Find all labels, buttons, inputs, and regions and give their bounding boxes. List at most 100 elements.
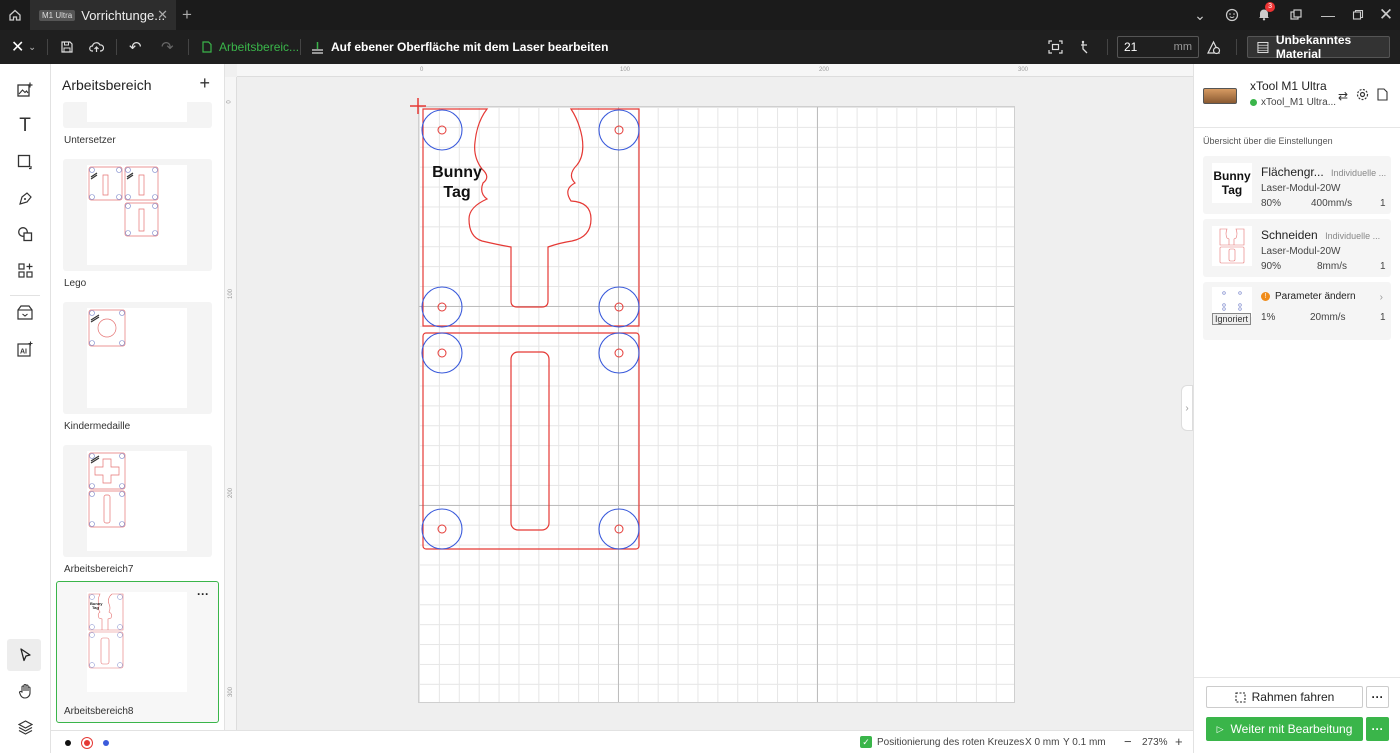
ruler-tick-label: 100 bbox=[228, 288, 235, 300]
material-label: Unbekanntes Material bbox=[1275, 33, 1352, 61]
ruler-vertical: 0 100 200 300 bbox=[225, 77, 237, 730]
undo-icon[interactable]: ↶ bbox=[129, 30, 142, 64]
workspace-panel-title: Arbeitsbereich bbox=[62, 77, 152, 93]
elements-icon[interactable] bbox=[13, 222, 37, 246]
support-icon[interactable] bbox=[1216, 0, 1248, 30]
setting-item-engrave[interactable]: Bunny Tag Flächengr... Individuelle ... … bbox=[1203, 156, 1391, 214]
workspace-card-arbeitsbereich8[interactable]: Bunny Tag ··· Arbeitsbereich8 bbox=[56, 581, 219, 723]
workspace-card-label: Arbeitsbereich8 bbox=[64, 706, 134, 717]
document-tab[interactable]: M1 Ultra Vorrichtunge... ✕ bbox=[30, 0, 176, 30]
bunny-tag-text[interactable]: Bunny Tag bbox=[424, 163, 490, 203]
setting-item-ignored[interactable]: Ignoriert ! Parameter ändern › 1% 20mm/s… bbox=[1203, 282, 1391, 340]
bunny-text-line2: Tag bbox=[443, 184, 471, 201]
design-objects[interactable] bbox=[237, 77, 1193, 730]
workspace-panel: Arbeitsbereich + Untersetzer Lego Kinder… bbox=[51, 64, 225, 730]
workspace-more-button[interactable]: ··· bbox=[197, 587, 209, 601]
setting-title: Flächengr... Individuelle ... bbox=[1261, 165, 1386, 179]
ruler-tick-label: 300 bbox=[1018, 67, 1029, 73]
ai-image-icon[interactable]: AI bbox=[13, 337, 37, 361]
save-icon[interactable] bbox=[60, 30, 74, 64]
windows-icon[interactable] bbox=[1280, 0, 1312, 30]
setting-title: ! Parameter ändern bbox=[1261, 291, 1356, 302]
material-thickness-input[interactable]: 21 mm bbox=[1117, 36, 1199, 58]
device-info-icon[interactable] bbox=[1377, 88, 1388, 104]
xtool-logo-icon[interactable]: ✕ ⌄ bbox=[11, 30, 36, 64]
text-tool-icon[interactable]: T bbox=[13, 114, 37, 138]
workspace-card-kindermedaille[interactable] bbox=[63, 302, 212, 414]
layer-color-blue[interactable] bbox=[103, 740, 109, 746]
close-tab-icon[interactable]: ✕ bbox=[157, 7, 168, 23]
layers-icon[interactable] bbox=[13, 715, 37, 739]
zoom-out-button[interactable]: − bbox=[1124, 734, 1132, 749]
ruler-tick-label: 200 bbox=[819, 67, 830, 73]
chevron-right-icon[interactable]: › bbox=[1380, 292, 1383, 303]
device-connection[interactable]: xTool_M1 Ultra... bbox=[1250, 97, 1336, 108]
workspace-selector[interactable]: Arbeitsbereic... bbox=[202, 30, 299, 64]
measure-distance-icon[interactable] bbox=[1078, 30, 1092, 64]
design-canvas[interactable]: Bunny Tag bbox=[237, 77, 1193, 730]
workspace-card-label: Arbeitsbereich7 bbox=[64, 564, 134, 575]
workspace-thumbnail bbox=[87, 308, 187, 408]
setting-passes: 1 bbox=[1380, 261, 1386, 272]
setting-title: Schneiden Individuelle ... bbox=[1261, 228, 1380, 242]
setting-mode: Individuelle ... bbox=[1325, 231, 1381, 241]
shape-tool-icon[interactable] bbox=[13, 150, 37, 174]
pen-tool-icon[interactable] bbox=[13, 186, 37, 210]
material-library-icon[interactable] bbox=[13, 300, 37, 324]
hand-tool-icon[interactable] bbox=[13, 679, 37, 703]
bunny-tag-outline bbox=[422, 108, 640, 327]
frame-button-label: Rahmen fahren bbox=[1251, 690, 1335, 704]
zoom-level[interactable]: 273% bbox=[1142, 737, 1168, 748]
frame-button[interactable]: Rahmen fahren bbox=[1206, 686, 1363, 708]
home-icon[interactable] bbox=[0, 0, 30, 30]
layer-color-black[interactable] bbox=[65, 740, 71, 746]
svg-text:AI: AI bbox=[20, 349, 27, 356]
select-tool-icon[interactable] bbox=[13, 643, 37, 667]
apps-icon[interactable] bbox=[13, 258, 37, 282]
setting-item-cut[interactable]: Schneiden Individuelle ... Laser-Modul-2… bbox=[1203, 219, 1391, 277]
add-workspace-icon[interactable]: + bbox=[199, 73, 210, 94]
svg-text:Tag: Tag bbox=[92, 605, 99, 610]
processing-mode-selector[interactable]: Auf ebener Oberfläche mit dem Laser bear… bbox=[311, 30, 608, 64]
minimize-icon[interactable]: — bbox=[1312, 0, 1344, 30]
image-icon[interactable] bbox=[13, 77, 37, 101]
workspace-card-label: Lego bbox=[64, 278, 87, 289]
workspace-card-arbeitsbereich7[interactable] bbox=[63, 445, 212, 557]
bell-icon[interactable]: 3 bbox=[1248, 0, 1280, 30]
setting-speed: 400mm/s bbox=[1311, 198, 1353, 209]
ruler-tick-label: 300 bbox=[228, 686, 235, 698]
workspace-card-lego[interactable] bbox=[63, 159, 212, 271]
material-selector-button[interactable]: Unbekanntes Material bbox=[1247, 33, 1390, 61]
setting-module: Laser-Modul-20W bbox=[1261, 183, 1341, 194]
layer-color-red[interactable] bbox=[84, 740, 90, 746]
continue-processing-button[interactable]: ▷ Weiter mit Bearbeitung bbox=[1206, 717, 1363, 741]
base-plate-outline bbox=[422, 332, 640, 550]
setting-module: Laser-Modul-20W bbox=[1261, 246, 1341, 257]
ruler-tick-label: 200 bbox=[228, 487, 235, 499]
ignored-badge: Ignoriert bbox=[1212, 313, 1252, 325]
red-cross-label: Positionierung des roten Kreuzes bbox=[877, 737, 1025, 748]
continue-more-button[interactable]: ··· bbox=[1366, 717, 1389, 741]
bunny-text-line1: Bunny bbox=[432, 164, 482, 181]
auto-focus-icon[interactable] bbox=[1206, 30, 1221, 64]
switch-device-icon[interactable]: ⇄ bbox=[1338, 89, 1348, 103]
settings-overview-heading: Übersicht über die Einstellungen bbox=[1203, 136, 1333, 146]
frame-more-button[interactable]: ··· bbox=[1366, 686, 1389, 708]
play-icon: ▷ bbox=[1216, 723, 1224, 734]
device-settings-icon[interactable] bbox=[1356, 88, 1369, 104]
status-bar: ✓ Positionierung des roten Kreuzes X 0 m… bbox=[51, 730, 1193, 753]
setting-passes: 1 bbox=[1380, 312, 1386, 323]
device-connection-label: xTool_M1 Ultra... bbox=[1261, 97, 1337, 108]
cloud-upload-icon[interactable] bbox=[89, 30, 104, 64]
redo-icon[interactable]: ↷ bbox=[161, 30, 174, 64]
collapse-right-panel-icon[interactable]: › bbox=[1181, 385, 1193, 431]
chevron-down-icon[interactable]: ⌄ bbox=[1184, 0, 1216, 30]
camera-capture-icon[interactable] bbox=[1048, 30, 1063, 64]
workspace-card-untersetzer[interactable] bbox=[63, 102, 212, 128]
red-cross-checkbox[interactable]: ✓ bbox=[860, 736, 872, 748]
setting-power: 90% bbox=[1261, 261, 1282, 272]
new-tab-icon[interactable]: + bbox=[182, 5, 192, 25]
close-window-icon[interactable]: ✕ bbox=[1370, 0, 1400, 30]
setting-thumb-text: Tag bbox=[1221, 183, 1243, 197]
zoom-in-button[interactable]: + bbox=[1175, 734, 1183, 749]
